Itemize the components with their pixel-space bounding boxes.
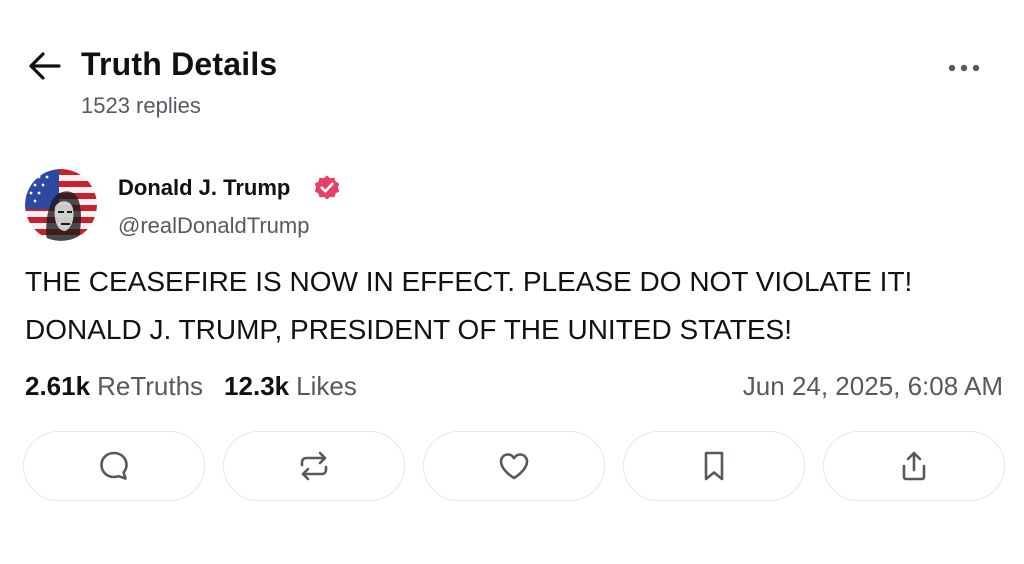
post-text-line: DONALD J. TRUMP, PRESIDENT OF THE UNITED… — [25, 314, 793, 345]
likes-stat[interactable]: 12.3k Likes — [224, 370, 357, 402]
more-options-button[interactable] — [944, 54, 984, 82]
page-title: Truth Details — [81, 46, 278, 82]
action-bar — [22, 431, 1006, 503]
arrow-left-icon — [29, 52, 61, 80]
post-text-line: THE CEASEFIRE IS NOW IN EFFECT. PLEASE D… — [25, 266, 913, 297]
verified-badge-icon — [314, 175, 340, 200]
author-name[interactable]: Donald J. Trump — [118, 174, 290, 202]
back-button[interactable] — [26, 48, 64, 84]
post-text: THE CEASEFIRE IS NOW IN EFFECT. PLEASE D… — [25, 258, 1000, 354]
more-horizontal-icon — [948, 64, 980, 72]
likes-label: Likes — [296, 371, 357, 401]
reply-count: 1523 replies — [81, 93, 201, 118]
bookmark-icon — [704, 451, 724, 481]
share-button[interactable] — [823, 431, 1005, 501]
retruths-count: 2.61k — [25, 371, 91, 401]
avatar[interactable] — [25, 169, 97, 241]
heart-icon — [499, 453, 529, 480]
avatar-image — [25, 169, 97, 241]
repost-icon — [300, 451, 328, 481]
retruth-button[interactable] — [223, 431, 405, 501]
like-button[interactable] — [423, 431, 605, 501]
reply-button[interactable] — [23, 431, 205, 501]
retruths-stat[interactable]: 2.61k ReTruths — [25, 370, 203, 402]
bookmark-button[interactable] — [623, 431, 805, 501]
author-handle[interactable]: @realDonaldTrump — [118, 212, 309, 240]
comment-icon — [100, 451, 128, 480]
share-icon — [902, 451, 926, 481]
post-stats: 2.61k ReTruths 12.3k Likes — [25, 370, 378, 402]
post-timestamp: Jun 24, 2025, 6:08 AM — [742, 371, 1003, 401]
likes-count: 12.3k — [224, 371, 290, 401]
retruths-label: ReTruths — [97, 371, 204, 401]
